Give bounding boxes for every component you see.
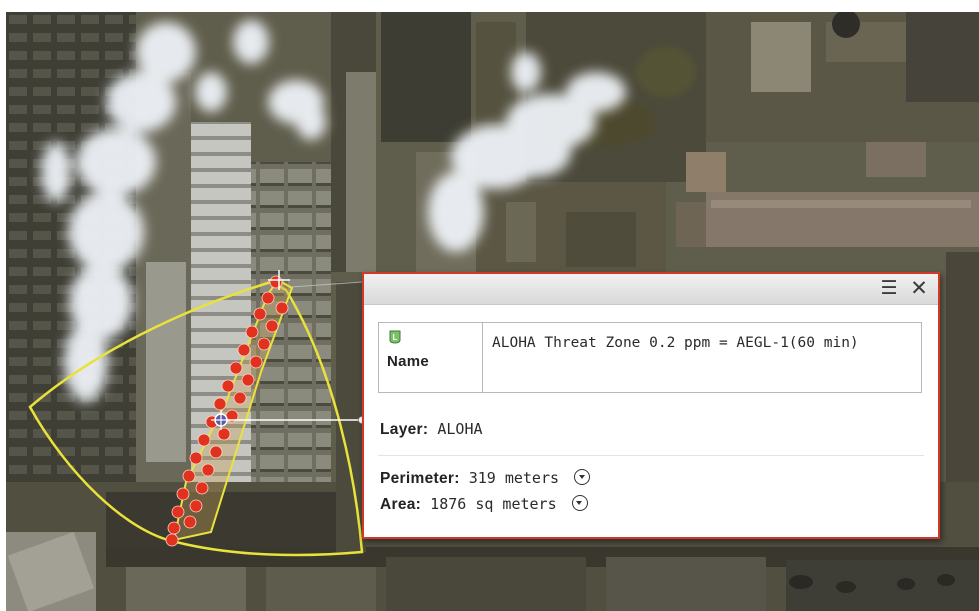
name-label: Name — [387, 353, 430, 370]
svg-text:L: L — [393, 333, 398, 342]
perimeter-label: Perimeter: — [380, 470, 460, 487]
divider — [378, 455, 924, 456]
popup-header: ☰ ✕ — [364, 274, 938, 305]
area-label: Area: — [380, 496, 422, 513]
table-row: L Name ALOHA Threat Zone 0.2 ppm = AEGL-… — [378, 322, 922, 393]
layer-feature-icon: L — [389, 330, 401, 344]
area-info: Area: 1876 sq meters — [380, 494, 588, 514]
map-frame: ☰ ✕ L Name ALOHA Threat Zone 0.2 ppm = A… — [0, 0, 979, 611]
name-value: ALOHA Threat Zone 0.2 ppm = AEGL-1(60 mi… — [482, 322, 922, 393]
area-units-dropdown-icon[interactable] — [571, 494, 588, 511]
area-value: 1876 sq meters — [430, 495, 557, 513]
perimeter-value: 319 meters — [468, 469, 560, 487]
menu-icon[interactable]: ☰ — [878, 277, 900, 299]
attribute-table: L Name ALOHA Threat Zone 0.2 ppm = AEGL-… — [378, 322, 922, 393]
layer-value: ALOHA — [437, 420, 483, 438]
perimeter-info: Perimeter: 319 meters — [380, 468, 591, 488]
perimeter-units-dropdown-icon[interactable] — [574, 468, 591, 485]
layer-label: Layer: — [380, 421, 429, 438]
layer-info: Layer: ALOHA — [380, 420, 483, 439]
feature-info-popup[interactable]: ☰ ✕ L Name ALOHA Threat Zone 0.2 ppm = A… — [362, 272, 940, 539]
name-header-cell: L Name — [378, 322, 483, 393]
close-icon[interactable]: ✕ — [908, 277, 930, 299]
